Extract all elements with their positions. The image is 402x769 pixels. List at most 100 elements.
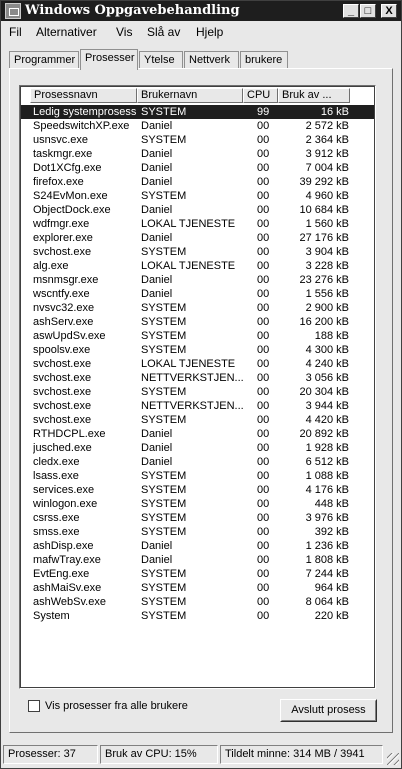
tab-applications[interactable]: Programmer [9, 51, 79, 69]
close-button[interactable]: X [381, 4, 397, 18]
tab-processes[interactable]: Prosesser [80, 49, 138, 70]
menu-options[interactable]: Alternativer [36, 25, 97, 39]
process-name-cell: svchost.exe [33, 358, 92, 370]
table-row[interactable]: SpeedswitchXP.exe Daniel 00 2 572 kB [21, 119, 374, 133]
table-row[interactable]: Dot1XCfg.exe Daniel 00 7 004 kB [21, 161, 374, 175]
table-row[interactable]: Ledig systemprosess SYSTEM 99 16 kB [21, 105, 374, 119]
table-row[interactable]: services.exe SYSTEM 00 4 176 kB [21, 483, 374, 497]
process-name-cell: ObjectDock.exe [33, 204, 111, 216]
minimize-button[interactable]: _ [343, 4, 359, 18]
process-memory-cell: 1 556 kB [305, 288, 349, 300]
menu-help[interactable]: Hjelp [196, 25, 223, 39]
tab-users[interactable]: brukere [240, 51, 288, 69]
process-memory-cell: 23 276 kB [299, 274, 349, 286]
process-name-cell: svchost.exe [33, 386, 92, 398]
process-user-cell: SYSTEM [141, 610, 187, 622]
title-bar[interactable]: Windows Oppgavebehandling _ □ X [1, 1, 401, 21]
table-row[interactable]: svchost.exe LOKAL TJENESTE 00 4 240 kB [21, 357, 374, 371]
process-memory-cell: 20 892 kB [299, 428, 349, 440]
process-name-cell: msnmsgr.exe [33, 274, 99, 286]
process-user-cell: NETTVERKSTJEN... [141, 372, 243, 384]
process-list[interactable]: Prosessnavn Brukernavn CPU Bruk av ... L… [19, 85, 376, 689]
table-row[interactable]: ashDisp.exe Daniel 00 1 236 kB [21, 539, 374, 553]
table-row[interactable]: csrss.exe SYSTEM 00 3 976 kB [21, 511, 374, 525]
table-row[interactable]: taskmgr.exe Daniel 00 3 912 kB [21, 147, 374, 161]
table-row[interactable]: firefox.exe Daniel 00 39 292 kB [21, 175, 374, 189]
maximize-button[interactable]: □ [360, 4, 376, 18]
process-cpu-cell: 00 [257, 288, 270, 300]
tab-performance[interactable]: Ytelse [139, 51, 183, 69]
table-row[interactable]: cledx.exe Daniel 00 6 512 kB [21, 455, 374, 469]
process-name-cell: ashServ.exe [33, 316, 94, 328]
table-row[interactable]: smss.exe SYSTEM 00 392 kB [21, 525, 374, 539]
table-row[interactable]: usnsvc.exe SYSTEM 00 2 364 kB [21, 133, 374, 147]
process-cpu-cell: 00 [257, 428, 270, 440]
process-name-cell: wscntfy.exe [33, 288, 90, 300]
table-row[interactable]: RTHDCPL.exe Daniel 00 20 892 kB [21, 427, 374, 441]
table-row[interactable]: svchost.exe SYSTEM 00 20 304 kB [21, 385, 374, 399]
table-row[interactable]: winlogon.exe SYSTEM 00 448 kB [21, 497, 374, 511]
process-memory-cell: 16 kB [320, 106, 349, 118]
process-name-cell: svchost.exe [33, 372, 92, 384]
menu-shutdown[interactable]: Slå av [147, 25, 180, 39]
table-row[interactable]: wdfmgr.exe LOKAL TJENESTE 00 1 560 kB [21, 217, 374, 231]
end-process-button[interactable]: Avslutt prosess [280, 699, 377, 722]
process-cpu-cell: 00 [257, 568, 270, 580]
process-memory-cell: 2 364 kB [305, 134, 349, 146]
menu-file[interactable]: Fil [9, 25, 22, 39]
process-name-cell: wdfmgr.exe [33, 218, 90, 230]
table-row[interactable]: ashMaiSv.exe SYSTEM 00 964 kB [21, 581, 374, 595]
process-name-cell: ashWebSv.exe [33, 596, 106, 608]
table-row[interactable]: mafwTray.exe Daniel 00 1 808 kB [21, 553, 374, 567]
table-row[interactable]: svchost.exe NETTVERKSTJEN... 00 3 944 kB [21, 399, 374, 413]
table-row[interactable]: S24EvMon.exe SYSTEM 00 4 960 kB [21, 189, 374, 203]
table-row[interactable]: wscntfy.exe Daniel 00 1 556 kB [21, 287, 374, 301]
table-row[interactable]: lsass.exe SYSTEM 00 1 088 kB [21, 469, 374, 483]
process-user-cell: SYSTEM [141, 246, 187, 258]
table-row[interactable]: System SYSTEM 00 220 kB [21, 609, 374, 623]
column-header-user[interactable]: Brukernavn [137, 88, 243, 103]
process-name-cell: jusched.exe [33, 442, 92, 454]
process-name-cell: mafwTray.exe [33, 554, 101, 566]
table-row[interactable]: explorer.exe Daniel 00 27 176 kB [21, 231, 374, 245]
status-commit-charge: Tildelt minne: 314 MB / 3941 [220, 745, 383, 764]
process-name-cell: cledx.exe [33, 456, 80, 468]
show-all-users-checkbox[interactable] [28, 700, 40, 712]
resize-grip[interactable] [387, 753, 399, 765]
process-memory-cell: 3 944 kB [305, 400, 349, 412]
process-cpu-cell: 00 [257, 274, 270, 286]
process-user-cell: LOKAL TJENESTE [141, 358, 236, 370]
process-cpu-cell: 00 [257, 218, 270, 230]
table-row[interactable]: nvsvc32.exe SYSTEM 00 2 900 kB [21, 301, 374, 315]
process-cpu-cell: 00 [257, 554, 270, 566]
table-row[interactable]: ashServ.exe SYSTEM 00 16 200 kB [21, 315, 374, 329]
process-name-cell: ashMaiSv.exe [33, 582, 102, 594]
table-row[interactable]: spoolsv.exe SYSTEM 00 4 300 kB [21, 343, 374, 357]
process-cpu-cell: 00 [257, 372, 270, 384]
process-cpu-cell: 99 [257, 106, 270, 118]
process-cpu-cell: 00 [257, 512, 270, 524]
process-memory-cell: 188 kB [314, 330, 349, 342]
process-cpu-cell: 00 [257, 232, 270, 244]
table-row[interactable]: ObjectDock.exe Daniel 00 10 684 kB [21, 203, 374, 217]
table-row[interactable]: svchost.exe SYSTEM 00 3 904 kB [21, 245, 374, 259]
process-cpu-cell: 00 [257, 526, 270, 538]
table-row[interactable]: ashWebSv.exe SYSTEM 00 8 064 kB [21, 595, 374, 609]
column-header-cpu[interactable]: CPU [243, 88, 278, 103]
process-user-cell: Daniel [141, 176, 173, 188]
status-bar: Prosesser: 37 Bruk av CPU: 15% Tildelt m… [1, 743, 401, 767]
table-row[interactable]: jusched.exe Daniel 00 1 928 kB [21, 441, 374, 455]
process-cpu-cell: 00 [257, 582, 270, 594]
table-row[interactable]: EvtEng.exe SYSTEM 00 7 244 kB [21, 567, 374, 581]
column-header-name[interactable]: Prosessnavn [30, 88, 137, 103]
table-row[interactable]: alg.exe LOKAL TJENESTE 00 3 228 kB [21, 259, 374, 273]
table-row[interactable]: svchost.exe SYSTEM 00 4 420 kB [21, 413, 374, 427]
table-row[interactable]: aswUpdSv.exe SYSTEM 00 188 kB [21, 329, 374, 343]
process-cpu-cell: 00 [257, 148, 270, 160]
table-row[interactable]: msnmsgr.exe Daniel 00 23 276 kB [21, 273, 374, 287]
table-row[interactable]: svchost.exe NETTVERKSTJEN... 00 3 056 kB [21, 371, 374, 385]
process-user-cell: SYSTEM [141, 190, 187, 202]
column-header-memory[interactable]: Bruk av ... [278, 88, 350, 103]
menu-view[interactable]: Vis [116, 25, 132, 39]
tab-networking[interactable]: Nettverk [184, 51, 239, 69]
